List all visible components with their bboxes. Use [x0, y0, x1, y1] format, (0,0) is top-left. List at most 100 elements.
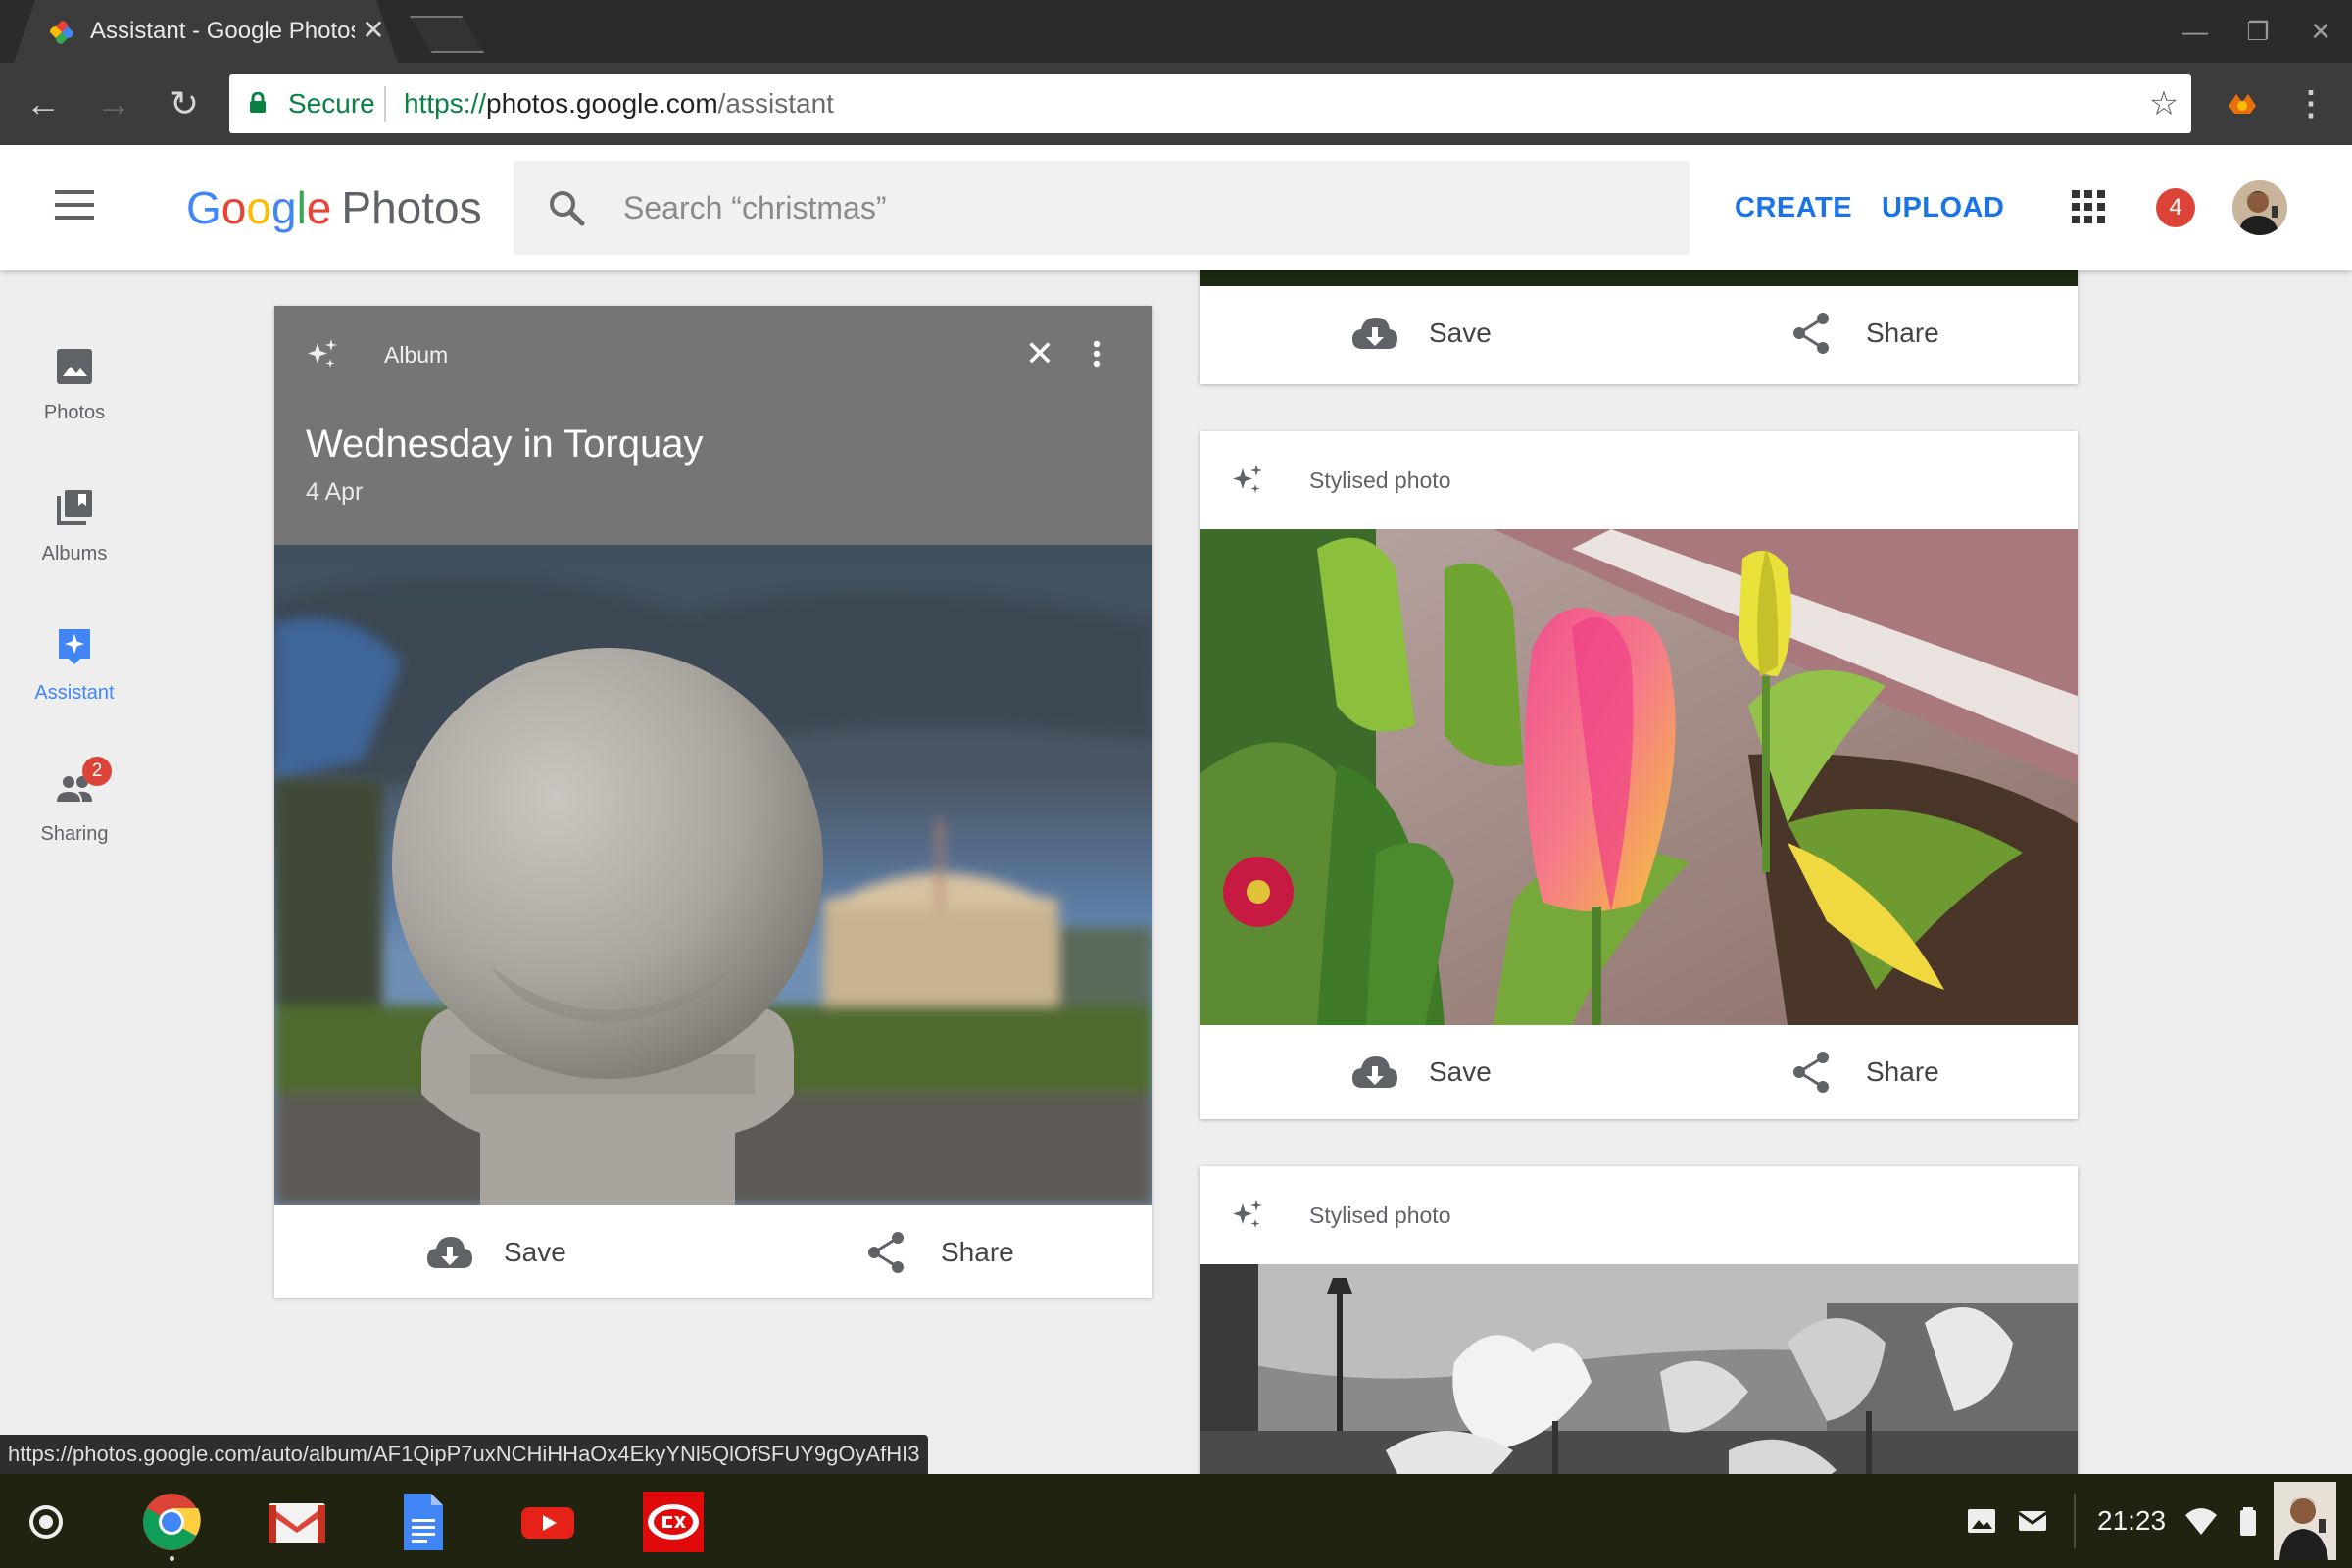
search-input[interactable]	[621, 161, 1660, 255]
lock-icon	[250, 92, 266, 113]
os-shelf: 21:23	[0, 1474, 2352, 1568]
sidebar-item-label: Albums	[41, 543, 108, 564]
sidebar-item-photos[interactable]: Photos	[0, 347, 149, 445]
sidebar-item-albums[interactable]: Albums	[0, 488, 149, 586]
main-menu-icon[interactable]	[55, 190, 94, 221]
forward-arrow-icon[interactable]: →	[92, 82, 135, 125]
card-type-label: Stylised photo	[1309, 1202, 1451, 1228]
sidebar-item-assistant[interactable]: Assistant	[0, 627, 149, 725]
share-button[interactable]: Share	[1788, 1051, 1984, 1094]
tray-user-avatar[interactable]	[2274, 1482, 2336, 1560]
new-tab-button[interactable]	[410, 16, 484, 53]
share-button[interactable]: Share	[1788, 312, 1984, 355]
google-wordmark: Google	[186, 182, 331, 233]
share-label: Share	[941, 1237, 1014, 1267]
system-clock[interactable]: 21:23	[2097, 1501, 2166, 1541]
share-label: Share	[1866, 318, 1939, 348]
url-host: photos.google.com	[486, 88, 718, 119]
sidebar-item-label: Photos	[43, 402, 106, 423]
album-card-actions: Save Share	[274, 1205, 1152, 1298]
mail-notification-icon[interactable]	[2015, 1503, 2050, 1539]
save-label: Save	[504, 1237, 566, 1267]
album-cover-photo[interactable]	[274, 545, 1152, 1205]
more-options-icon[interactable]	[1078, 335, 1115, 372]
logo-letter: G	[186, 182, 221, 233]
sidebar-item-sharing[interactable]: 2 Sharing	[0, 757, 149, 866]
card-type-label: Stylised photo	[1309, 467, 1451, 493]
tab-strip: Assistant - Google Photos ✕ — ❐ ✕	[0, 0, 2352, 63]
logo-letter: l	[296, 182, 307, 233]
sharing-count-badge: 2	[82, 757, 112, 786]
album-date: 4 Apr	[306, 478, 364, 506]
assistant-icon	[59, 629, 90, 664]
top-card-actions: Save Share	[1200, 286, 2078, 380]
back-arrow-icon[interactable]: ←	[22, 82, 65, 125]
tray-divider	[2074, 1494, 2076, 1548]
cex-icon[interactable]	[643, 1492, 704, 1552]
share-button[interactable]: Share	[862, 1231, 1058, 1274]
url-separator	[384, 86, 386, 122]
create-button[interactable]: CREATE	[1735, 190, 1852, 225]
restore-window-icon[interactable]: ❐	[2238, 14, 2278, 49]
reload-icon[interactable]: ↻	[163, 82, 206, 125]
tulip-photo[interactable]	[1200, 529, 2078, 1025]
running-indicator	[170, 1556, 174, 1561]
google-apps-icon[interactable]	[2072, 190, 2105, 223]
save-button[interactable]: Save	[1350, 312, 1546, 355]
notifications-badge[interactable]: 4	[2156, 188, 2195, 227]
logo-product-name: Photos	[341, 182, 482, 233]
url-text[interactable]: https://photos.google.com/assistant	[404, 88, 834, 120]
wifi-icon[interactable]	[2183, 1503, 2219, 1539]
logo-letter: g	[270, 182, 297, 233]
dismiss-close-icon[interactable]: ✕	[1021, 335, 1058, 372]
share-icon	[1793, 1052, 1829, 1093]
chrome-icon[interactable]	[141, 1492, 202, 1552]
link-hover-status: https://photos.google.com/auto/album/AF1…	[0, 1435, 928, 1474]
app-launcher-icon[interactable]	[29, 1505, 63, 1539]
save-button[interactable]: Save	[1350, 1051, 1546, 1094]
search-bar[interactable]	[514, 161, 1690, 255]
logo-letter: e	[306, 182, 332, 233]
cloud-download-icon	[427, 1237, 472, 1268]
extension-icon[interactable]	[2223, 84, 2262, 123]
photo-suggestion-card[interactable]: Save Share	[1200, 270, 2078, 384]
docs-icon[interactable]	[392, 1492, 453, 1552]
logo-letter: o	[220, 182, 247, 233]
url-scheme: https://	[404, 88, 487, 119]
stylised-card-header: Stylised photo	[1200, 431, 2078, 529]
bookmark-star-icon[interactable]: ☆	[2144, 84, 2183, 123]
share-label: Share	[1866, 1056, 1939, 1087]
sparkle-icon	[1233, 1200, 1262, 1228]
browser-menu-icon[interactable]: ⋮	[2291, 84, 2330, 123]
close-window-icon[interactable]: ✕	[2301, 14, 2340, 49]
tulip-card-actions: Save Share	[1200, 1025, 2078, 1119]
save-label: Save	[1429, 1056, 1492, 1087]
account-avatar[interactable]	[2232, 180, 2287, 235]
stylised-card-header: Stylised photo	[1200, 1166, 2078, 1264]
stylised-photo-card[interactable]: Stylised photo	[1200, 431, 2078, 1119]
tab-title: Assistant - Google Photos	[90, 18, 355, 44]
battery-icon[interactable]	[2230, 1503, 2266, 1539]
share-icon	[1793, 313, 1829, 354]
album-title: Wednesday in Torquay	[306, 422, 704, 466]
address-bar[interactable]: Secure https://photos.google.com/assista…	[229, 74, 2191, 133]
minimize-window-icon[interactable]: —	[2176, 14, 2215, 49]
save-button[interactable]: Save	[425, 1231, 621, 1274]
gallery-notification-icon[interactable]	[1964, 1503, 1999, 1539]
google-photos-logo[interactable]: Google Photos	[186, 178, 482, 237]
secure-label: Secure	[288, 88, 375, 119]
album-suggestion-card[interactable]: Album ✕ Wednesday in Torquay 4 Apr Save …	[274, 306, 1152, 1298]
cloud-download-icon	[1352, 318, 1397, 349]
save-label: Save	[1429, 318, 1492, 348]
google-photos-favicon-icon	[50, 21, 74, 44]
photo-strip	[1200, 270, 2078, 286]
youtube-icon[interactable]	[517, 1492, 578, 1552]
search-icon[interactable]	[547, 188, 586, 227]
gmail-icon[interactable]	[267, 1492, 327, 1552]
upload-button[interactable]: UPLOAD	[1882, 190, 2004, 225]
avatar-image	[2232, 180, 2287, 235]
sidebar-item-label: Sharing	[40, 823, 109, 845]
sparkle-icon	[1233, 465, 1262, 493]
album-card-header: Album ✕ Wednesday in Torquay 4 Apr	[274, 306, 1152, 545]
tab-close-icon[interactable]: ✕	[359, 16, 388, 45]
